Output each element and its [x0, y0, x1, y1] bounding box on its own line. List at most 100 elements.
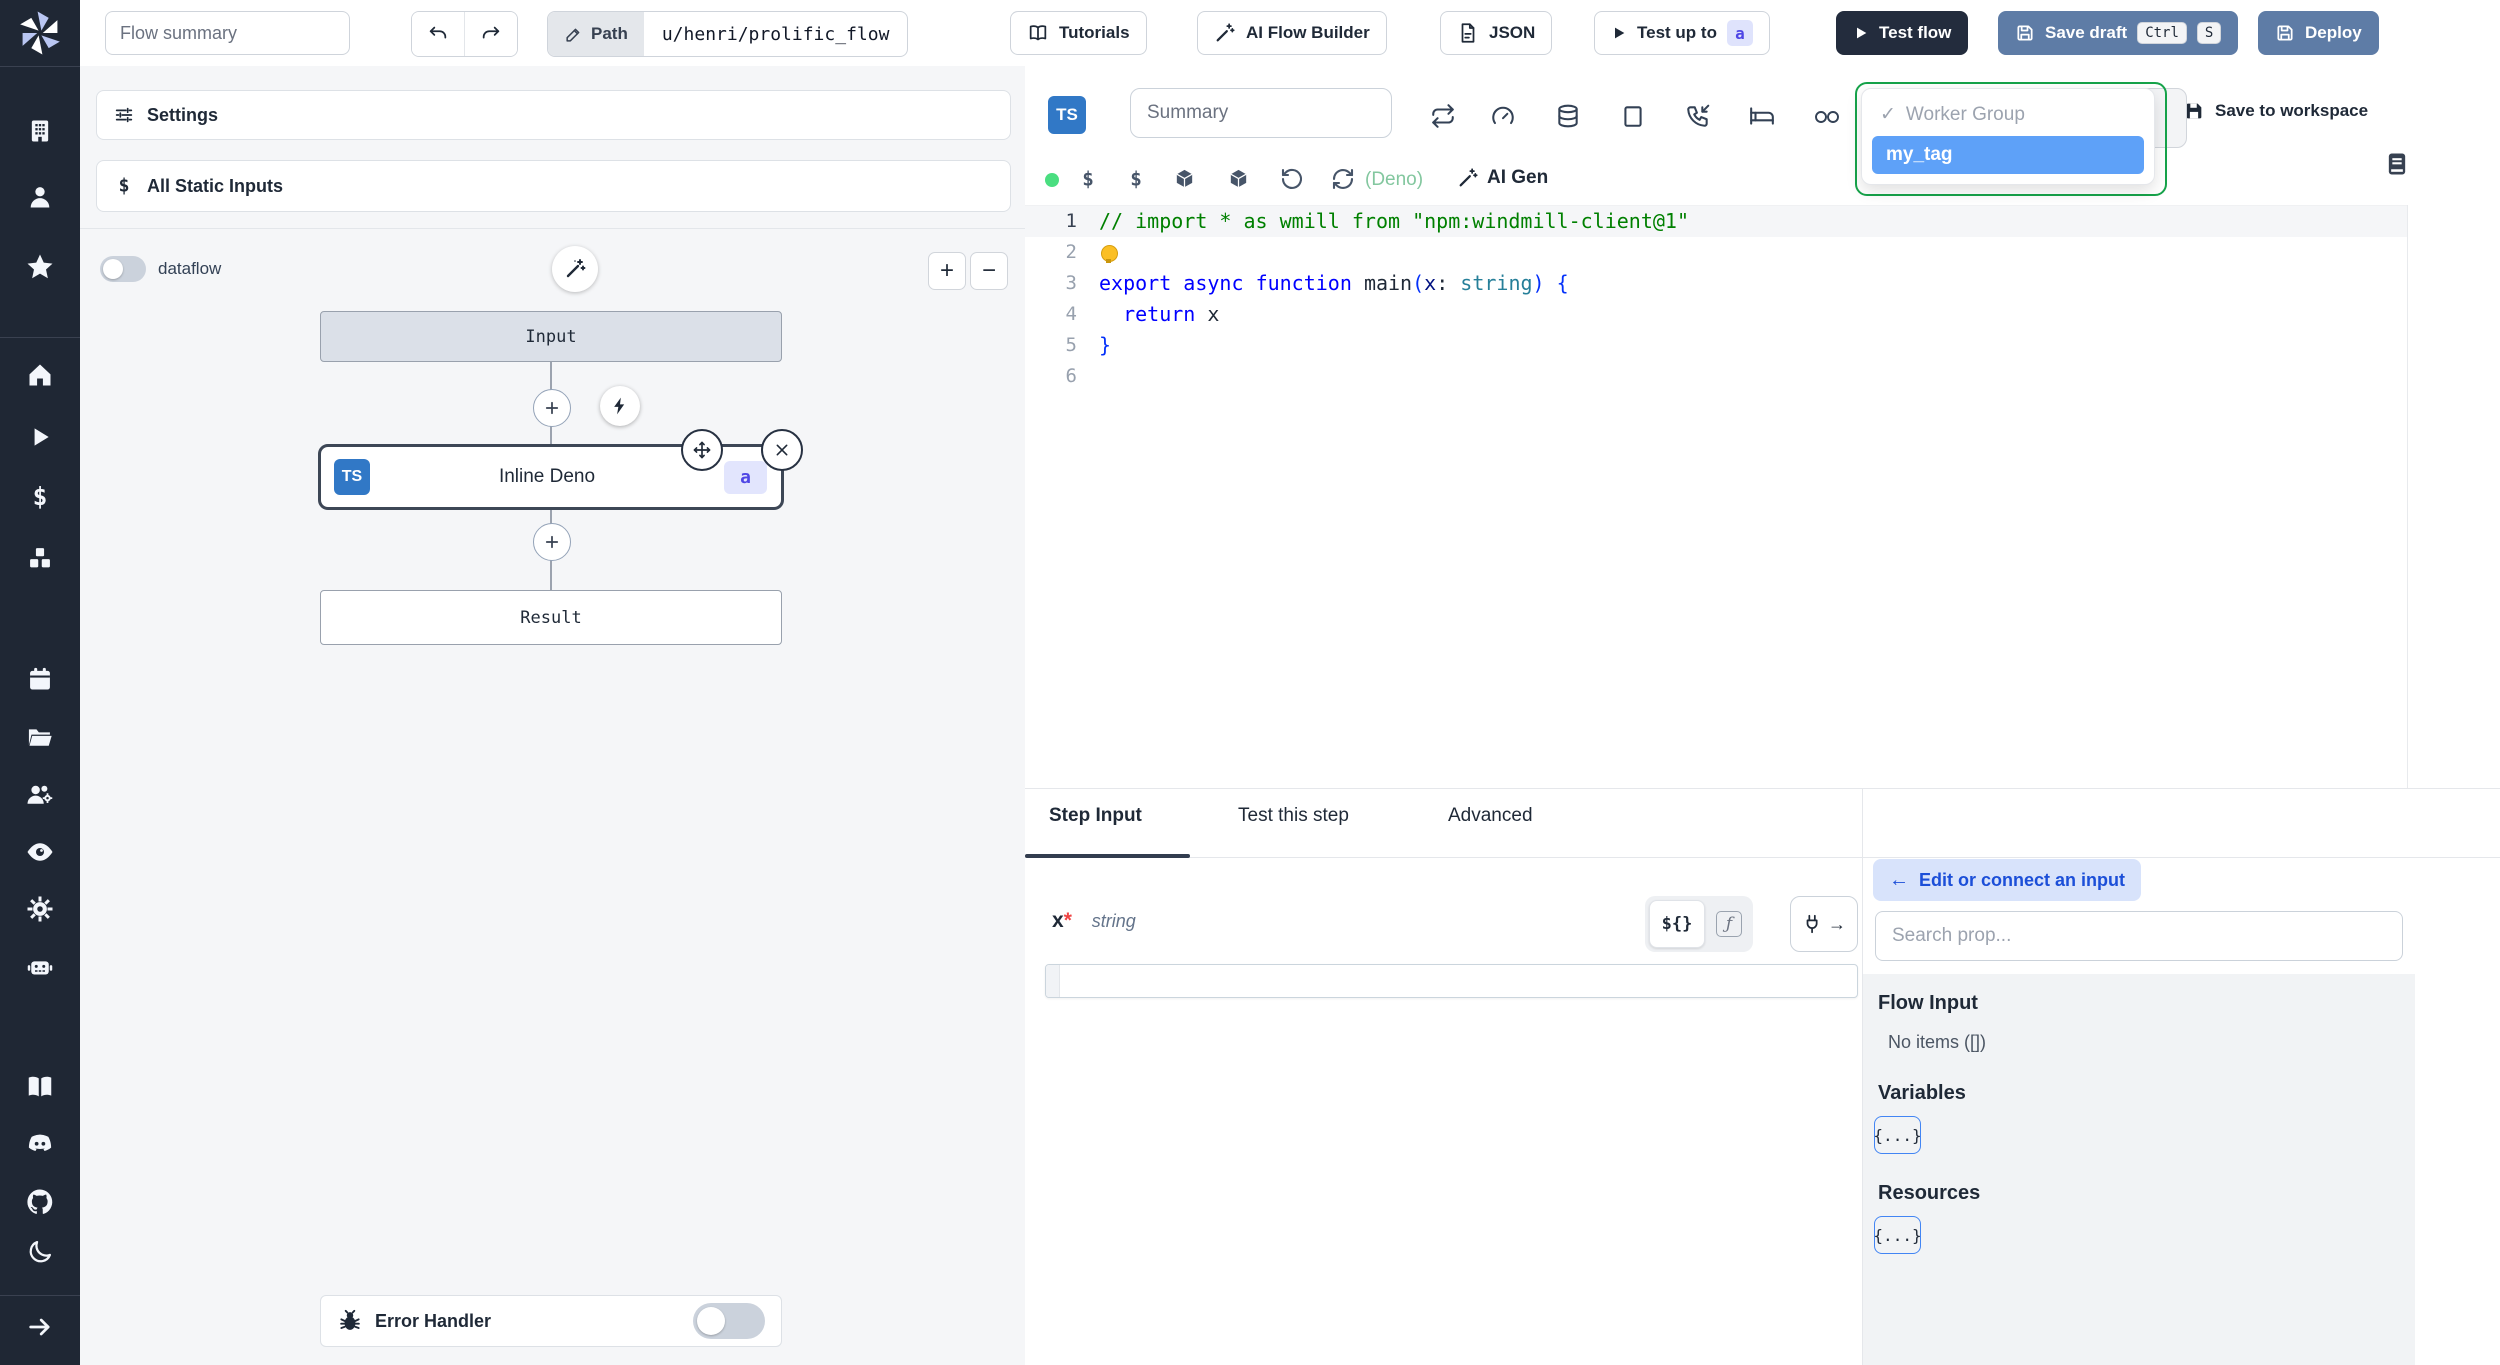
- dataflow-label: dataflow: [158, 259, 222, 278]
- ai-gen-button[interactable]: AI Gen: [1457, 167, 1548, 189]
- sidebar: $: [0, 0, 80, 1365]
- windmill-logo-icon[interactable]: [18, 11, 62, 55]
- move-step-button[interactable]: [681, 429, 723, 471]
- edit-or-connect-label: Edit or connect an input: [1919, 869, 2125, 890]
- flow-input-empty: No items ([]): [1888, 1032, 1987, 1052]
- ai-flow-builder-button[interactable]: AI Flow Builder: [1197, 11, 1387, 55]
- variables-dollar-icon[interactable]: $: [1125, 167, 1147, 191]
- redo-button[interactable]: [464, 12, 517, 56]
- undo-button[interactable]: [412, 12, 464, 56]
- test-flow-button[interactable]: Test flow: [1836, 11, 1969, 55]
- database-cache-icon[interactable]: [1555, 103, 1581, 129]
- building-icon[interactable]: [26, 117, 54, 145]
- worker-group-option-selected[interactable]: my_tag: [1872, 136, 2144, 174]
- edit-or-connect-pill[interactable]: ← Edit or connect an input: [1873, 859, 2141, 901]
- save-draft-button[interactable]: Save draft Ctrl S: [1998, 11, 2239, 55]
- worker-group-header-option[interactable]: ✓ Worker Group: [1872, 99, 2144, 136]
- flow-settings-row[interactable]: Settings: [96, 90, 1011, 140]
- sidebar-divider: [0, 1295, 80, 1296]
- delete-step-button[interactable]: [761, 429, 803, 471]
- expand-arrow-right-icon[interactable]: [26, 1313, 54, 1341]
- dataflow-toggle[interactable]: [100, 256, 146, 282]
- tabline: [1025, 857, 2500, 858]
- all-static-inputs-row[interactable]: $ All Static Inputs: [96, 160, 1011, 212]
- flow-summary-input[interactable]: [105, 11, 350, 55]
- star-icon[interactable]: [25, 252, 55, 282]
- error-handler-card[interactable]: Error Handler: [320, 1295, 782, 1347]
- deploy-button[interactable]: Deploy: [2258, 11, 2379, 55]
- rotate-ccw-icon[interactable]: [1280, 167, 1304, 191]
- line-number: 6: [1065, 365, 1077, 387]
- code-line: 3 export async function main(x: string) {: [1025, 268, 2407, 299]
- runs-play-icon[interactable]: [27, 424, 53, 450]
- tab-step-input[interactable]: Step Input: [1049, 805, 1142, 827]
- add-trigger-button[interactable]: [600, 386, 640, 426]
- suspend-phone-incoming-icon[interactable]: [1685, 103, 1711, 129]
- discord-icon[interactable]: [25, 1129, 55, 1159]
- result-node[interactable]: Result: [320, 590, 782, 645]
- variables-dollar-icon[interactable]: $: [26, 483, 54, 511]
- tutorials-button[interactable]: Tutorials: [1010, 11, 1147, 55]
- moon-dark-mode-icon[interactable]: [26, 1238, 54, 1266]
- users-cog-icon[interactable]: [25, 780, 55, 810]
- user-icon[interactable]: [26, 183, 54, 211]
- pencil-icon: [566, 28, 580, 42]
- tab-test-this-step[interactable]: Test this step: [1238, 805, 1349, 827]
- zoom-in-button[interactable]: +: [928, 252, 966, 290]
- robot-icon[interactable]: [25, 952, 55, 982]
- auto-layout-wand-button[interactable]: [552, 246, 598, 292]
- error-handler-label: Error Handler: [375, 1310, 492, 1331]
- assets-dollar-icon[interactable]: $: [1077, 167, 1099, 191]
- lightbulb-suggestion-icon[interactable]: [1101, 245, 1118, 263]
- code-editor[interactable]: 1// import * as wmill from "npm:windmill…: [1025, 205, 2407, 789]
- input-node[interactable]: Input: [320, 311, 782, 362]
- gauge-timeout-icon[interactable]: [1490, 103, 1516, 129]
- editor-scrollbar-gutter[interactable]: [2407, 205, 2408, 788]
- retry-repeat-icon[interactable]: [1430, 103, 1456, 129]
- kbd-ctrl: Ctrl: [2137, 22, 2187, 44]
- schedules-calendar-icon[interactable]: [26, 665, 54, 693]
- home-icon[interactable]: [26, 361, 54, 389]
- code-line: 2: [1025, 237, 2407, 268]
- github-icon[interactable]: [25, 1187, 55, 1217]
- settings-gear-icon[interactable]: [25, 894, 55, 924]
- package-cube-icon[interactable]: [1227, 168, 1250, 191]
- sleep-bed-icon[interactable]: [1749, 103, 1775, 129]
- test-up-to-button[interactable]: Test up to a: [1594, 11, 1770, 55]
- lightning-bolt-icon: [614, 397, 625, 415]
- package-cube-icon[interactable]: [1173, 168, 1196, 191]
- error-handler-toggle[interactable]: [693, 1303, 765, 1339]
- resources-boxes-icon[interactable]: [26, 544, 54, 572]
- add-step-button[interactable]: [533, 523, 571, 561]
- folder-open-icon[interactable]: [26, 723, 54, 751]
- save-to-workspace-button[interactable]: Save to workspace: [2183, 100, 2368, 122]
- zoom-out-button[interactable]: −: [970, 252, 1008, 290]
- summary-input[interactable]: [1130, 88, 1392, 138]
- search-prop-input[interactable]: [1875, 911, 2403, 961]
- tab-advanced[interactable]: Advanced: [1448, 805, 1533, 827]
- resources-title: Resources: [1878, 1182, 1981, 1204]
- eye-icon[interactable]: [25, 837, 55, 867]
- field-name: x* string: [1052, 909, 1136, 932]
- docs-book-icon[interactable]: [25, 1072, 55, 1102]
- edit-path-button[interactable]: Path: [548, 12, 644, 56]
- json-button[interactable]: JSON: [1440, 11, 1553, 55]
- mock-loop-icon[interactable]: [1813, 107, 1841, 127]
- function-mode-button[interactable]: ƒ: [1709, 901, 1749, 947]
- ts-badge: TS: [1048, 96, 1086, 134]
- field-value-input[interactable]: [1045, 964, 1858, 998]
- library-book-icon[interactable]: [2383, 150, 2411, 178]
- check-icon: ✓: [1880, 104, 1896, 125]
- path-value[interactable]: u/henri/prolific_flow: [644, 24, 908, 45]
- template-string-mode-button[interactable]: ${}: [1649, 900, 1705, 948]
- refresh-icon[interactable]: [1331, 167, 1355, 191]
- code-line: 1// import * as wmill from "npm:windmill…: [1025, 206, 2407, 237]
- variables-object-chip[interactable]: {...}: [1873, 1116, 1922, 1154]
- save-icon: [2017, 25, 2033, 41]
- resources-object-chip[interactable]: {...}: [1873, 1216, 1922, 1254]
- connect-input-plug-button[interactable]: →: [1790, 896, 1858, 952]
- add-step-button[interactable]: [533, 389, 571, 427]
- early-stop-square-icon[interactable]: [1620, 103, 1646, 129]
- path-group: Path u/henri/prolific_flow: [547, 11, 909, 57]
- tutorials-label: Tutorials: [1059, 23, 1130, 42]
